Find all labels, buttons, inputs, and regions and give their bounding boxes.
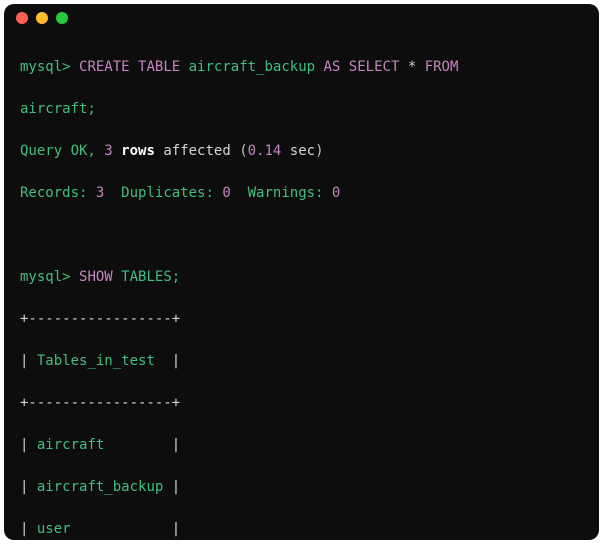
tbl1-border-top: +-----------------+ <box>20 309 583 330</box>
minimize-icon[interactable] <box>36 12 48 24</box>
rows-kw: rows <box>121 143 155 159</box>
tbl1-border-mid: +-----------------+ <box>20 393 583 414</box>
terminal-content: mysql> CREATE TABLE aircraft_backup AS S… <box>4 32 599 540</box>
line-queryok: Query OK, 3 rows affected (0.14 sec) <box>20 141 583 162</box>
terminal-window: mysql> CREATE TABLE aircraft_backup AS S… <box>4 4 599 540</box>
tbl1-row3: | user | <box>20 519 583 540</box>
records-val: 3 <box>96 185 104 201</box>
line-records: Records: 3 Duplicates: 0 Warnings: 0 <box>20 183 583 204</box>
cell-user: user <box>37 521 71 537</box>
blank-1 <box>20 225 583 246</box>
ident-tables: TABLES; <box>121 269 180 285</box>
cell-backup: aircraft_backup <box>37 479 163 495</box>
ident-backup: aircraft_backup <box>189 59 315 75</box>
dup-val: 0 <box>222 185 230 201</box>
tbl1-row2: | aircraft_backup | <box>20 477 583 498</box>
prompt: mysql> <box>20 59 71 75</box>
kw-from: FROM <box>425 59 459 75</box>
prompt2: mysql> <box>20 269 71 285</box>
affected: affected <box>163 143 230 159</box>
sec1: sec <box>290 143 315 159</box>
star: * <box>408 59 416 75</box>
warn-lbl: Warnings: <box>248 185 324 201</box>
kw-show: SHOW <box>79 269 113 285</box>
line-stmt2: mysql> SHOW TABLES; <box>20 267 583 288</box>
dup-lbl: Duplicates: <box>121 185 214 201</box>
time1: 0.14 <box>248 143 282 159</box>
tbl1-row1: | aircraft | <box>20 435 583 456</box>
cell-aircraft: aircraft <box>37 437 104 453</box>
ident-aircraft: aircraft; <box>20 101 96 117</box>
kw-table: TABLE <box>138 59 180 75</box>
kw-create: CREATE <box>79 59 130 75</box>
line-stmt1b: aircraft; <box>20 99 583 120</box>
col-header: Tables_in_test <box>37 353 155 369</box>
line-stmt1a: mysql> CREATE TABLE aircraft_backup AS S… <box>20 57 583 78</box>
warn-val: 0 <box>332 185 340 201</box>
tbl1-header: | Tables_in_test | <box>20 351 583 372</box>
kw-select: SELECT <box>349 59 400 75</box>
titlebar <box>4 4 599 32</box>
kw-as: AS <box>324 59 341 75</box>
maximize-icon[interactable] <box>56 12 68 24</box>
num-3: 3 <box>104 143 112 159</box>
records-lbl: Records: <box>20 185 87 201</box>
close-icon[interactable] <box>16 12 28 24</box>
query-ok: Query OK, <box>20 143 96 159</box>
